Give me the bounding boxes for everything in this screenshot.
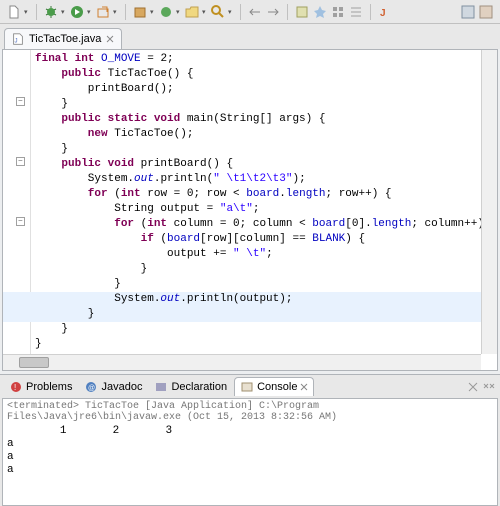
list-icon[interactable] <box>348 4 364 20</box>
code-editor[interactable]: final int O_MOVE = 2; public TicTacToe()… <box>2 49 498 371</box>
type-icon[interactable] <box>158 4 174 20</box>
persp2-icon[interactable] <box>478 4 494 20</box>
bottom-tabs: ! Problems @ Javadoc Declaration Console <box>0 375 500 398</box>
dropdown-icon[interactable]: ▾ <box>61 8 67 16</box>
tab-declaration[interactable]: Declaration <box>149 378 232 396</box>
svg-text:J: J <box>380 8 386 19</box>
pin-icon[interactable] <box>312 4 328 20</box>
tab-label: TicTacToe.java <box>29 33 101 45</box>
console-header: <terminated> TicTacToe [Java Application… <box>7 401 493 425</box>
persp1-icon[interactable] <box>460 4 476 20</box>
debug-icon[interactable] <box>43 4 59 20</box>
dropdown-icon[interactable]: ▾ <box>87 8 93 16</box>
fold-icon[interactable] <box>16 97 25 106</box>
declaration-icon <box>154 380 168 394</box>
java-icon[interactable]: J <box>377 4 393 20</box>
next-icon[interactable] <box>265 4 281 20</box>
tab-console[interactable]: Console <box>234 377 314 396</box>
bottom-panel: ! Problems @ Javadoc Declaration Console… <box>0 374 500 506</box>
dropdown-icon[interactable]: ▾ <box>202 8 208 16</box>
cheat-icon[interactable] <box>294 4 310 20</box>
dropdown-icon[interactable]: ▾ <box>176 8 182 16</box>
problems-icon: ! <box>9 380 23 394</box>
scroll-thumb[interactable] <box>19 357 49 368</box>
gutter <box>3 50 31 370</box>
remove-all-icon[interactable] <box>482 380 496 394</box>
close-icon[interactable] <box>105 34 115 44</box>
editor-tab-bar: J TicTacToe.java <box>0 24 500 49</box>
svg-text:@: @ <box>88 385 95 392</box>
svg-text:J: J <box>15 38 18 45</box>
java-file-icon: J <box>11 32 25 46</box>
dropdown-icon[interactable]: ▾ <box>150 8 156 16</box>
external-icon[interactable] <box>95 4 111 20</box>
horizontal-scrollbar[interactable] <box>3 354 481 370</box>
code-content[interactable]: final int O_MOVE = 2; public TicTacToe()… <box>35 52 479 352</box>
console-view[interactable]: <terminated> TicTacToe [Java Application… <box>2 398 498 506</box>
console-output: 1 2 3 a a a <box>7 425 493 477</box>
console-toolbar <box>466 380 496 394</box>
open-icon[interactable] <box>184 4 200 20</box>
console-icon <box>240 380 254 394</box>
dropdown-icon[interactable]: ▾ <box>228 8 234 16</box>
prev-icon[interactable] <box>247 4 263 20</box>
dropdown-icon[interactable]: ▾ <box>113 8 119 16</box>
run-icon[interactable] <box>69 4 85 20</box>
search-icon[interactable] <box>210 4 226 20</box>
new-icon[interactable] <box>6 4 22 20</box>
fold-icon[interactable] <box>16 217 25 226</box>
main-toolbar: ▾ ▾ ▾ ▾ ▾ ▾ ▾ ▾ J <box>0 0 500 24</box>
tab-problems[interactable]: ! Problems <box>4 378 77 396</box>
package-icon[interactable] <box>132 4 148 20</box>
dropdown-icon[interactable]: ▾ <box>24 8 30 16</box>
tab-javadoc[interactable]: @ Javadoc <box>79 378 147 396</box>
close-icon[interactable] <box>300 383 308 391</box>
svg-text:!: ! <box>14 383 16 392</box>
grid-icon[interactable] <box>330 4 346 20</box>
remove-launch-icon[interactable] <box>466 380 480 394</box>
javadoc-icon: @ <box>84 380 98 394</box>
vertical-scrollbar[interactable] <box>481 50 497 354</box>
tab-tictactoe[interactable]: J TicTacToe.java <box>4 28 122 49</box>
fold-icon[interactable] <box>16 157 25 166</box>
